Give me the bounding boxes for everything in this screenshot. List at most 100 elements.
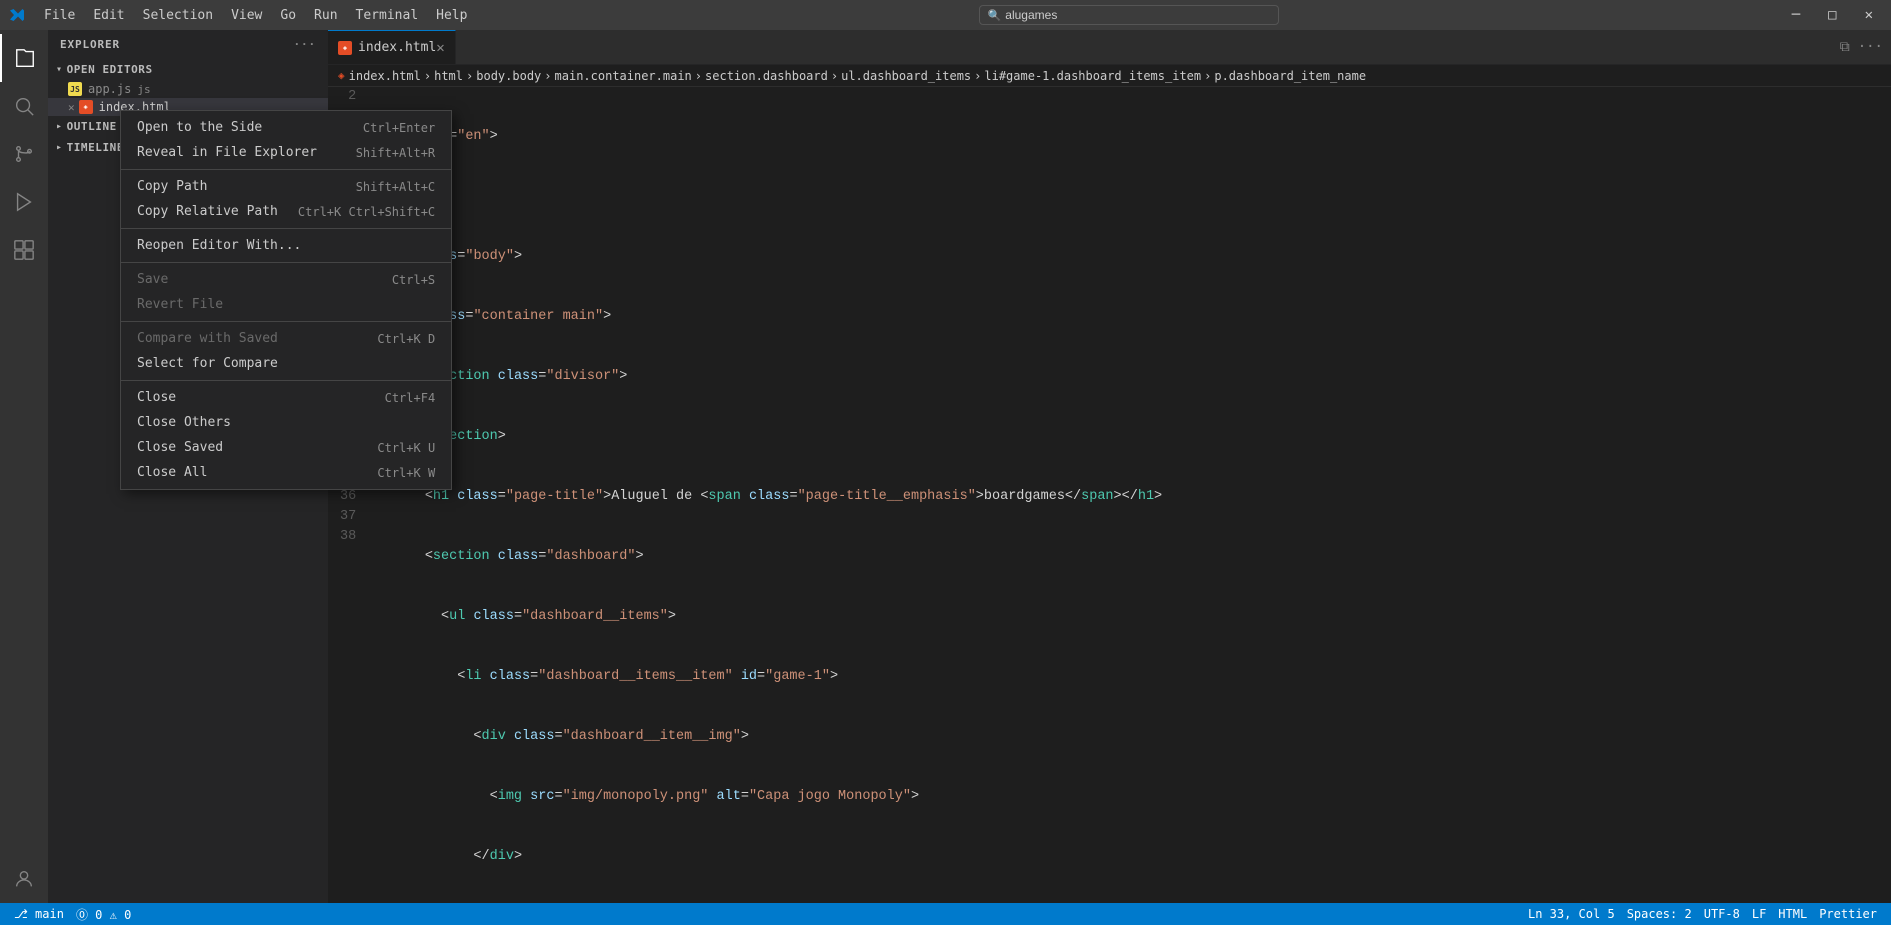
split-editor-icon[interactable]: ⧉ <box>1840 39 1850 55</box>
open-editors-section[interactable]: ▾ OPEN EDITORS <box>48 59 328 80</box>
activity-run-debug[interactable] <box>0 178 48 226</box>
context-copy-relative-path[interactable]: Copy Relative Path Ctrl+K Ctrl+Shift+C <box>121 199 328 224</box>
status-branch[interactable]: ⎇ main <box>8 907 70 921</box>
search-bar[interactable]: 🔍 <box>979 5 1279 25</box>
status-ln-col[interactable]: Ln 33, Col 5 <box>1522 907 1621 921</box>
context-copy-rel-shortcut: Ctrl+K Ctrl+Shift+C <box>298 205 328 219</box>
context-close-saved[interactable]: Close Saved Ctrl+K U <box>121 435 328 460</box>
code-editor[interactable]: 2 11 31 32 33 34 35 <box>328 87 1891 903</box>
context-reveal-explorer[interactable]: Reveal in File Explorer Shift+Alt+R <box>121 140 328 165</box>
context-close-all[interactable]: Close All Ctrl+K W <box>121 460 328 485</box>
code-line-3: n class="container main"> <box>376 307 1883 327</box>
breadcrumb-sep-5: › <box>831 69 838 83</box>
menu-go[interactable]: Go <box>272 6 304 25</box>
context-menu: Open to the Side Ctrl+Enter Reveal in Fi… <box>120 110 328 490</box>
code-line-12: </div> <box>376 847 1883 867</box>
code-content[interactable]: ml lang="en"> dy class="body"> n class="… <box>368 87 1891 903</box>
activity-extensions[interactable] <box>0 226 48 274</box>
breadcrumb-sep-2: › <box>466 69 473 83</box>
context-save-label: Save <box>137 272 168 287</box>
editor-area: ◈ index.html ✕ ⧉ ··· ◈ index.html › html… <box>328 30 1891 903</box>
breadcrumb-p[interactable]: p.dashboard_item_name <box>1214 69 1366 83</box>
separator-2 <box>121 228 328 229</box>
breadcrumb-filename[interactable]: index.html <box>349 69 421 83</box>
tab-index-html[interactable]: ◈ index.html ✕ <box>328 30 456 64</box>
status-language[interactable]: HTML <box>1772 907 1813 921</box>
context-compare-label: Compare with Saved <box>137 331 278 346</box>
menu-selection[interactable]: Selection <box>135 6 221 25</box>
context-select-compare[interactable]: Select for Compare <box>121 351 328 376</box>
menu-terminal[interactable]: Terminal <box>348 6 427 25</box>
status-line-ending[interactable]: LF <box>1746 907 1772 921</box>
breadcrumb-sep-3: › <box>544 69 551 83</box>
context-close-label: Close <box>137 390 176 405</box>
code-line-2: dy class="body"> <box>376 247 1883 267</box>
context-select-compare-label: Select for Compare <box>137 356 278 371</box>
status-encoding[interactable]: UTF-8 <box>1698 907 1746 921</box>
context-close-saved-label: Close Saved <box>137 440 223 455</box>
maximize-button[interactable]: □ <box>1818 5 1846 25</box>
outline-chevron: ▸ <box>56 121 63 132</box>
menu-edit[interactable]: Edit <box>85 6 132 25</box>
context-close-others-label: Close Others <box>137 415 231 430</box>
sidebar-file-appjs[interactable]: JS app.js js <box>48 80 328 98</box>
breadcrumb-body[interactable]: body.body <box>476 69 541 83</box>
main-layout: EXPLORER ··· ▾ OPEN EDITORS JS app.js js… <box>0 30 1891 903</box>
tab-bar: ◈ index.html ✕ ⧉ ··· <box>328 30 1891 65</box>
window-controls: ─ □ ✕ <box>1782 5 1883 25</box>
breadcrumb-section[interactable]: section.dashboard <box>705 69 828 83</box>
line-num-36: 36 <box>340 487 356 507</box>
context-compare: Compare with Saved Ctrl+K D <box>121 326 328 351</box>
code-line-blank <box>376 187 1883 207</box>
activity-accounts[interactable] <box>0 855 48 903</box>
menu-help[interactable]: Help <box>428 6 475 25</box>
line-num-blank14 <box>340 547 356 567</box>
breadcrumb-main[interactable]: main.container.main <box>555 69 692 83</box>
sidebar: EXPLORER ··· ▾ OPEN EDITORS JS app.js js… <box>48 30 328 903</box>
vscode-logo-icon <box>8 7 24 23</box>
context-save: Save Ctrl+S <box>121 267 328 292</box>
status-errors[interactable]: ⓪ 0 ⚠ 0 <box>70 906 137 923</box>
status-spaces[interactable]: Spaces: 2 <box>1621 907 1698 921</box>
context-revert-label: Revert File <box>137 297 223 312</box>
breadcrumb-li[interactable]: li#game-1.dashboard_items_item <box>984 69 1201 83</box>
context-reopen[interactable]: Reopen Editor With... <box>121 233 328 258</box>
code-line-7: <section class="dashboard"> <box>376 547 1883 567</box>
open-editors-chevron: ▾ <box>56 64 63 75</box>
close-button[interactable]: ✕ <box>1855 5 1883 25</box>
separator-1 <box>121 169 328 170</box>
file-path-label: js <box>137 83 150 96</box>
breadcrumb-icon: ◈ <box>338 69 345 82</box>
search-input[interactable] <box>1005 8 1269 22</box>
line-num-38: 38 <box>340 527 356 547</box>
sidebar-title: EXPLORER <box>60 38 120 51</box>
context-reopen-label: Reopen Editor With... <box>137 238 301 253</box>
outline-label: OUTLINE <box>67 120 117 133</box>
menu-file[interactable]: File <box>36 6 83 25</box>
sidebar-header: EXPLORER ··· <box>48 30 328 59</box>
menu-run[interactable]: Run <box>306 6 345 25</box>
line-num-2: 2 <box>340 87 356 107</box>
breadcrumb-html[interactable]: html <box>434 69 463 83</box>
minimize-button[interactable]: ─ <box>1782 5 1810 25</box>
activity-search[interactable] <box>0 82 48 130</box>
activity-bar <box>0 30 48 903</box>
sidebar-file-label: app.js <box>88 82 131 96</box>
sidebar-more-icon[interactable]: ··· <box>293 38 316 51</box>
code-line-1: ml lang="en"> <box>376 127 1883 147</box>
tab-close-icon[interactable]: ✕ <box>436 40 444 56</box>
breadcrumb-ul[interactable]: ul.dashboard_items <box>841 69 971 83</box>
menu-view[interactable]: View <box>223 6 270 25</box>
breadcrumb-sep-1: › <box>424 69 431 83</box>
status-formatter[interactable]: Prettier <box>1813 907 1883 921</box>
close-icon-active[interactable]: ✕ <box>68 101 75 114</box>
activity-source-control[interactable] <box>0 130 48 178</box>
sidebar-header-icons: ··· <box>293 38 316 51</box>
more-actions-icon[interactable]: ··· <box>1858 39 1883 55</box>
context-copy-path[interactable]: Copy Path Shift+Alt+C <box>121 174 328 199</box>
timeline-chevron: ▸ <box>56 142 63 153</box>
context-open-side[interactable]: Open to the Side Ctrl+Enter <box>121 115 328 140</box>
activity-explorer[interactable] <box>0 34 48 82</box>
context-close[interactable]: Close Ctrl+F4 <box>121 385 328 410</box>
context-close-others[interactable]: Close Others <box>121 410 328 435</box>
